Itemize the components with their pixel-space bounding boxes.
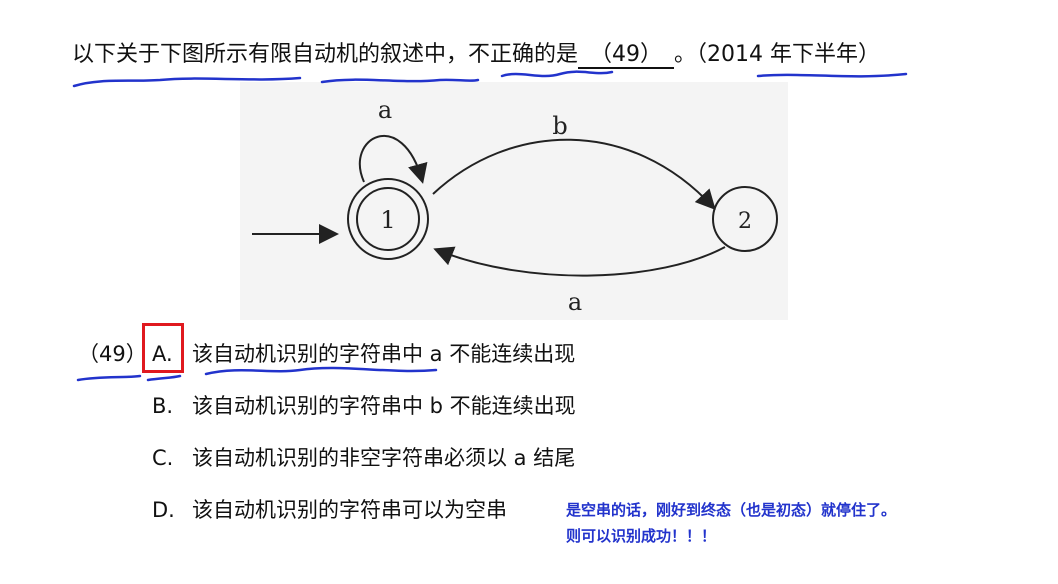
ink-annotations (72, 70, 908, 382)
ink-underline-4 (756, 72, 908, 78)
ink-underline-option-a (204, 366, 438, 376)
ink-underline-2 (320, 78, 480, 84)
ink-underline-1 (72, 76, 302, 88)
ink-underline-a (146, 374, 182, 382)
ink-underline-49 (76, 374, 142, 382)
ink-underline-3 (500, 70, 614, 78)
